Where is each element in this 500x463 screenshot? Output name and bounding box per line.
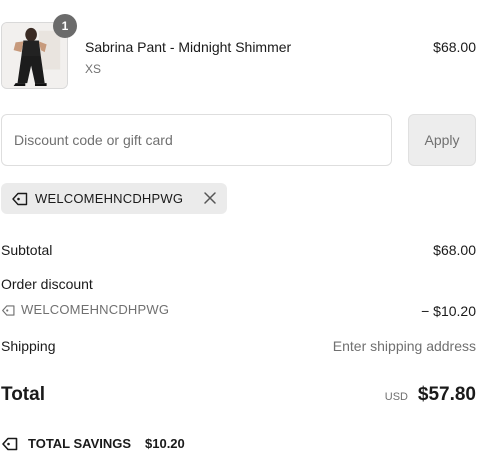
total-label: Total [1,384,45,405]
order-discount-value: − $10.20 [421,303,476,319]
order-discount-label: Order discount [1,276,93,292]
shipping-label: Shipping [1,338,56,354]
product-variant: XS [85,62,102,76]
line-item: 1 Sabrina Pant - Midnight Shimmer XS $68… [0,14,500,94]
product-title: Sabrina Pant - Midnight Shimmer [85,39,292,55]
product-price: $68.00 [433,39,476,55]
applied-discount-code: WELCOMEHNCDHPWG [35,191,184,206]
shipping-value: Enter shipping address [332,338,476,354]
order-discount-code-text: WELCOMEHNCDHPWG [21,302,170,317]
total-currency: USD [384,391,408,403]
quantity-badge: 1 [53,14,77,38]
discount-code-input[interactable] [1,114,392,166]
apply-button[interactable]: Apply [408,114,476,166]
total-savings-label: TOTAL SAVINGS [28,436,132,451]
remove-discount-close-icon[interactable] [202,190,218,206]
tag-icon [2,305,15,316]
total-amount: $57.80 [417,384,476,405]
tag-icon [12,192,28,206]
applied-discount-tag: WELCOMEHNCDHPWG [1,183,227,214]
order-summary: 1 Sabrina Pant - Midnight Shimmer XS $68… [0,0,500,463]
tag-icon [2,437,18,451]
subtotal-value: $68.00 [433,242,476,258]
subtotal-label: Subtotal [1,242,53,258]
total-savings-amount: $10.20 [145,436,185,451]
